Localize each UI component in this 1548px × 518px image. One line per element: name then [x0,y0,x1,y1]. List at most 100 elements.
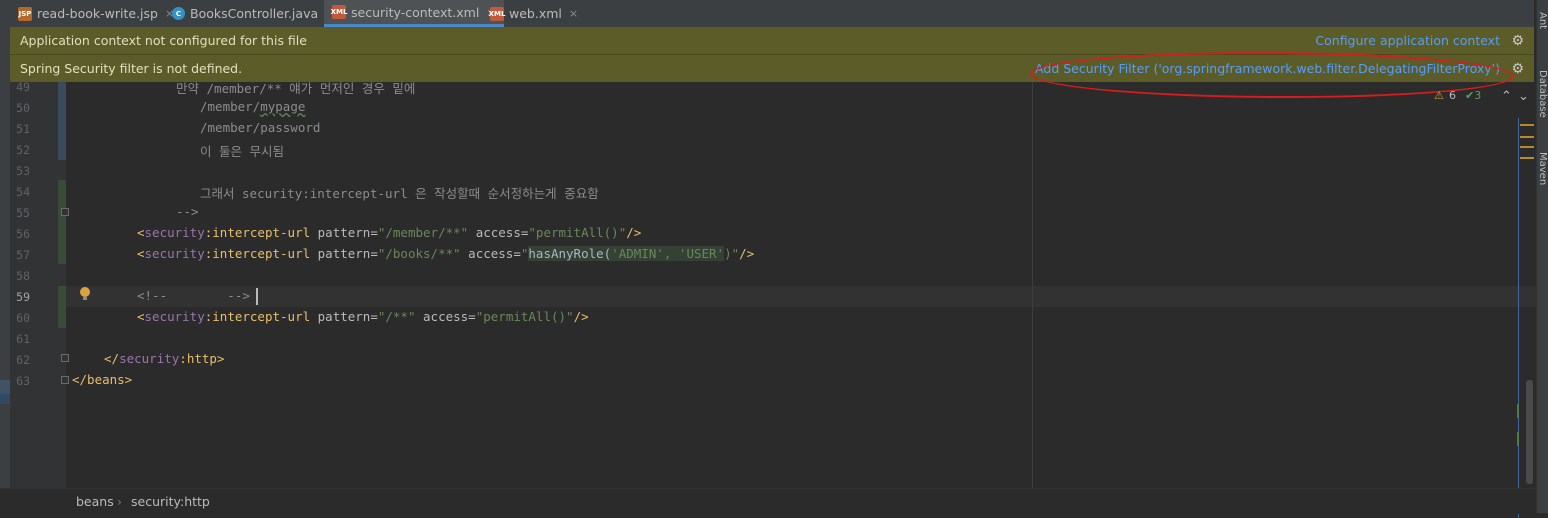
attr-value-end: )" [724,246,740,261]
line-number: 62 [16,353,30,367]
warning-stripe[interactable] [1520,136,1534,138]
line-number: 60 [16,311,30,325]
tag-close: > [216,351,225,366]
fold-icon[interactable] [61,208,69,216]
warning-stripe[interactable] [1520,157,1534,159]
tag-close: /> [626,225,642,240]
spel-args: 'ADMIN', 'USER' [611,246,725,261]
code-line-51[interactable]: /member/password [200,120,320,135]
scrollbar-thumb[interactable] [1526,380,1533,484]
line-number: 58 [16,269,30,283]
breadcrumb-item-beans[interactable]: beans [76,494,114,509]
tool-window-database[interactable]: Database [1537,70,1548,118]
colon: : [179,351,187,366]
change-marker[interactable] [58,82,66,160]
line-number: 59 [16,290,30,304]
namespace: security [144,246,205,261]
tab-label: BooksController.java [190,6,319,21]
configure-context-link[interactable]: Configure application context [1315,33,1500,48]
attr-pattern: pattern= [310,246,378,261]
code-line-59[interactable]: <!-- --> [137,288,250,303]
namespace: security [144,309,205,324]
text-caret [256,288,258,305]
tag-name: intercept-url [212,246,311,261]
security-banner-message: Spring Security filter is not defined. [20,61,243,76]
warning-stripe[interactable] [1520,124,1534,126]
change-stripe[interactable] [1517,404,1519,418]
attr-value: "permitAll()" [475,309,574,324]
xml-file-icon: XML [331,5,347,19]
code-line-49[interactable]: 만약 /member/** 얘가 먼저인 경우 밑에 [176,78,415,97]
attr-access: access= [415,309,476,324]
attr-value: "/**" [377,309,416,324]
attr-pattern: pattern= [310,225,378,240]
tab-security-context-xml[interactable]: XML security-context.xml × [324,0,504,27]
namespace: security [119,351,180,366]
code-line-62[interactable]: </security:http> [104,351,224,366]
attr-value: "/books/**" [377,246,461,261]
check-icon[interactable]: ✔3 [1465,89,1481,102]
current-line-highlight [66,286,1536,307]
code-line-50[interactable]: /member/mypage [200,99,305,114]
change-marker[interactable] [58,286,66,328]
attr-value: "/member/**" [377,225,469,240]
attr-access: access= [460,246,521,261]
line-number: 49 [16,80,30,94]
tag-close: /> [573,309,589,324]
code-line-52[interactable]: 이 둘은 무시됨 [200,141,284,160]
right-margin-guide [1032,82,1033,488]
code-line-56[interactable]: <security:intercept-url pattern="/member… [137,225,641,240]
tool-window-ant[interactable]: Ant [1537,12,1548,29]
scroll-position-marker [0,380,10,394]
line-number: 55 [16,206,30,220]
close-icon[interactable]: × [569,7,578,20]
tab-bookscontroller-java[interactable]: C BooksController.java × [172,0,334,27]
change-stripe[interactable] [1517,432,1519,446]
java-class-icon: C [172,7,185,20]
tag-open: </ [104,351,120,366]
line-number: 61 [16,332,30,346]
code-text: /member/ [200,99,261,114]
tab-read-book-write-jsp[interactable]: JSP read-book-write.jsp × [18,0,174,27]
code-line-57[interactable]: <security:intercept-url pattern="/books/… [137,246,754,261]
tool-window-maven[interactable]: Maven [1537,152,1548,185]
warning-count[interactable]: 6 [1449,89,1456,102]
line-number: 51 [16,122,30,136]
warning-icon[interactable]: ⚠ [1434,89,1444,102]
spel-function: hasAnyRole( [528,246,612,261]
breadcrumb-item-security-http[interactable]: security:http [131,494,210,509]
line-number: 52 [16,143,30,157]
line-number: 63 [16,374,30,388]
tag-open: < [137,246,145,261]
warning-stripe[interactable] [1520,146,1534,148]
code-line-55[interactable]: --> [176,204,199,219]
xml-file-icon: XML [489,6,505,21]
code-line-60[interactable]: <security:intercept-url pattern="/**" ac… [137,309,589,324]
spel-expression: hasAnyRole('ADMIN', 'USER' [528,246,725,261]
left-tool-strip [0,27,10,513]
code-line-54[interactable]: 그래서 security:intercept-url 은 작성할때 순서정하는게… [200,183,599,202]
tab-label: security-context.xml [351,4,480,20]
tab-web-xml[interactable]: XML web.xml × [489,0,579,27]
chevron-down-icon[interactable]: ⌄ [1518,89,1529,104]
line-number: 54 [16,185,30,199]
gear-icon[interactable]: ⚙ [1511,33,1524,49]
chevron-up-icon[interactable]: ⌃ [1501,89,1512,104]
fold-icon[interactable] [61,376,69,384]
line-number: 53 [16,164,30,178]
tag-open: < [137,225,145,240]
change-marker[interactable] [58,180,66,264]
tag-name: intercept-url [212,225,311,240]
tag-name: http [186,351,217,366]
code-line-63[interactable]: </beans> [72,372,132,387]
breadcrumb-separator: › [117,494,122,509]
lightbulb-icon[interactable] [80,287,90,300]
jsp-file-icon: JSP [18,6,32,21]
context-banner: Application context not configured for t… [10,27,1534,55]
tab-label: web.xml [509,6,562,21]
context-banner-message: Application context not configured for t… [20,33,307,48]
attr-pattern: pattern= [310,309,378,324]
tab-label: read-book-write.jsp [37,6,158,21]
line-number: 57 [16,248,30,262]
fold-icon[interactable] [61,354,69,362]
